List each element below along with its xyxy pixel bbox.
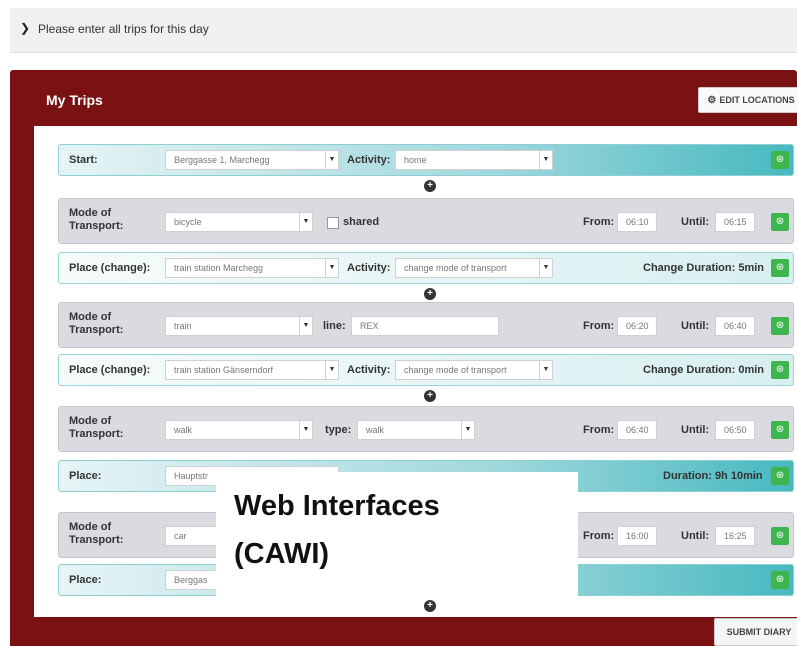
- until-label: Until:: [681, 424, 710, 436]
- type-select[interactable]: walk ▼: [357, 420, 475, 440]
- trip-row: Mode of Transport: train ▼ line: REX From…: [58, 302, 794, 348]
- stay-duration: Duration: 9h 10min: [663, 470, 763, 482]
- mode-label: Mode of Transport:: [69, 311, 124, 336]
- trip-row: Mode of Transport: walk ▼ type: walk ▼ Fro…: [58, 406, 794, 452]
- chevron-down-icon: ▼: [539, 259, 552, 277]
- add-trip-icon[interactable]: +: [424, 390, 436, 402]
- from-time-input[interactable]: 06:10: [617, 212, 657, 232]
- instructions-bar[interactable]: ❯ Please enter all trips for this day: [10, 8, 797, 53]
- chevron-down-icon: ▼: [539, 361, 552, 379]
- gear-icon: ⚙: [707, 95, 717, 106]
- until-time-input[interactable]: 16:25: [715, 526, 755, 546]
- chevron-down-icon: ▼: [299, 213, 312, 231]
- place-change-label: Place (change):: [69, 364, 151, 376]
- confirm-button[interactable]: ⊛: [771, 571, 789, 589]
- confirm-button[interactable]: ⊛: [771, 527, 789, 545]
- from-label: From:: [583, 216, 615, 228]
- from-label: From:: [583, 530, 615, 542]
- confirm-button[interactable]: ⊛: [771, 421, 789, 439]
- start-activity-select[interactable]: home ▼: [395, 150, 553, 170]
- until-label: Until:: [681, 320, 710, 332]
- until-label: Until:: [681, 530, 710, 542]
- place-label: Place:: [69, 574, 102, 586]
- confirm-button[interactable]: ⊛: [771, 317, 789, 335]
- activity-label: Activity:: [347, 154, 391, 166]
- line-input[interactable]: REX: [351, 316, 499, 336]
- chevron-down-icon: ▼: [299, 421, 312, 439]
- activity-select[interactable]: change mode of transport ▼: [395, 360, 553, 380]
- line-label: line:: [323, 320, 346, 332]
- confirm-button[interactable]: ⊛: [771, 467, 789, 485]
- start-location-select[interactable]: Berggasse 1, Marchegg ▼: [165, 150, 339, 170]
- shared-label: shared: [343, 216, 380, 228]
- from-time-input[interactable]: 06:40: [617, 420, 657, 440]
- chevron-down-icon: ▼: [325, 361, 338, 379]
- chevron-down-icon: ▼: [539, 151, 552, 169]
- until-label: Until:: [681, 216, 710, 228]
- chevron-down-icon: ▼: [299, 317, 312, 335]
- caption-overlay: Web Interfaces (CAWI): [216, 472, 578, 596]
- shared-checkbox[interactable]: [327, 217, 339, 229]
- mode-label: Mode of Transport:: [69, 207, 124, 232]
- caption-line-2: (CAWI): [234, 538, 330, 570]
- activity-label: Activity:: [347, 364, 391, 376]
- activity-select[interactable]: change mode of transport ▼: [395, 258, 553, 278]
- submit-diary-button[interactable]: SUBMIT DIARY: [714, 618, 797, 646]
- trip-row: Mode of Transport: bicycle ▼ shared From:…: [58, 198, 794, 244]
- place-select[interactable]: train station Gänserndorf ▼: [165, 360, 339, 380]
- add-trip-icon[interactable]: +: [424, 600, 436, 612]
- activity-label: Activity:: [347, 262, 391, 274]
- mode-select[interactable]: walk ▼: [165, 420, 313, 440]
- place-select[interactable]: train station Marchegg ▼: [165, 258, 339, 278]
- place-change-label: Place (change):: [69, 262, 151, 274]
- confirm-button[interactable]: ⊛: [771, 361, 789, 379]
- chevron-down-icon: ▼: [325, 151, 338, 169]
- from-time-input[interactable]: 16:00: [617, 526, 657, 546]
- until-time-input[interactable]: 06:50: [715, 420, 755, 440]
- from-time-input[interactable]: 06:20: [617, 316, 657, 336]
- type-label: type:: [325, 424, 352, 436]
- confirm-button[interactable]: ⊛: [771, 213, 789, 231]
- caption-line-1: Web Interfaces: [234, 490, 440, 522]
- instructions-title: Please enter all trips for this day: [38, 22, 209, 36]
- add-trip-icon[interactable]: +: [424, 180, 436, 192]
- start-label: Start:: [69, 154, 98, 166]
- from-label: From:: [583, 320, 615, 332]
- from-label: From:: [583, 424, 615, 436]
- chevron-down-icon: ▼: [461, 421, 474, 439]
- confirm-button[interactable]: ⊛: [771, 259, 789, 277]
- confirm-button[interactable]: ⊛: [771, 151, 789, 169]
- change-duration: Change Duration: 0min: [643, 364, 765, 376]
- chevron-down-icon: ▼: [325, 259, 338, 277]
- mode-select[interactable]: train ▼: [165, 316, 313, 336]
- until-time-input[interactable]: 06:40: [715, 316, 755, 336]
- mode-select[interactable]: bicycle ▼: [165, 212, 313, 232]
- change-row: Place (change): train station Marchegg ▼ …: [58, 252, 794, 284]
- until-time-input[interactable]: 06:15: [715, 212, 755, 232]
- chevron-down-icon[interactable]: ❯: [20, 21, 30, 35]
- add-trip-icon[interactable]: +: [424, 288, 436, 300]
- mode-label: Mode of Transport:: [69, 415, 124, 440]
- change-row: Place (change): train station Gänserndor…: [58, 354, 794, 386]
- start-row: Start: Berggasse 1, Marchegg ▼ Activity: …: [58, 144, 794, 176]
- panel-title: My Trips: [46, 92, 103, 108]
- mode-label: Mode of Transport:: [69, 521, 124, 546]
- change-duration: Change Duration: 5min: [643, 262, 765, 274]
- edit-locations-button[interactable]: ⚙ EDIT LOCATIONS: [698, 87, 797, 113]
- place-label: Place:: [69, 470, 102, 482]
